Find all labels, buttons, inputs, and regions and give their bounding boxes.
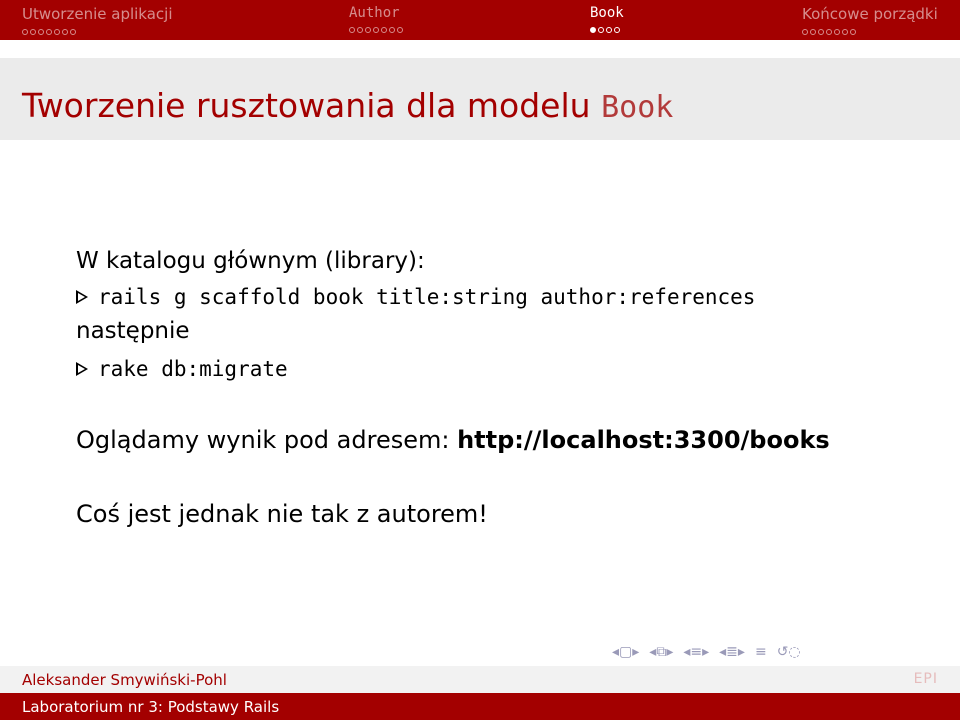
frame-title: Tworzenie rusztowania dla modelu Book <box>22 86 673 125</box>
progress-dot-icon[interactable] <box>614 27 620 33</box>
nav-section-title[interactable]: Author <box>349 5 529 21</box>
progress-dot-icon[interactable] <box>381 27 387 33</box>
triangle-bullet-icon <box>76 362 88 376</box>
subsection-back-icon[interactable]: ◂⧉▸ <box>649 644 673 664</box>
nav-section-dots <box>349 27 529 33</box>
progress-dot-icon[interactable] <box>850 29 856 35</box>
frame-title-text: Tworzenie rusztowania dla modelu <box>22 86 591 125</box>
progress-dot-icon[interactable] <box>397 27 403 33</box>
progress-dot-icon[interactable] <box>389 27 395 33</box>
progress-dot-icon[interactable] <box>598 27 604 33</box>
section-back-icon[interactable]: ◂≡▸ <box>683 644 709 664</box>
footer-title-bar: Laboratorium nr 3: Podstawy Rails <box>0 693 960 720</box>
section-forward-icon[interactable]: ◂≣▸ <box>719 644 745 664</box>
progress-dot-icon[interactable] <box>349 27 355 33</box>
progress-dot-icon[interactable] <box>818 29 824 35</box>
nav-section-dots <box>590 27 770 33</box>
nav-section-title[interactable]: Końcowe porządki <box>802 5 960 23</box>
progress-dot-icon[interactable] <box>373 27 379 33</box>
view-result-text: Oglądamy wynik pod adresem: <box>76 426 450 454</box>
command-item: rails g scaffold book title:string autho… <box>76 284 755 310</box>
nav-section-utworzenie[interactable]: Utworzenie aplikacji <box>22 5 202 37</box>
footer-author-bar: Aleksander Smywiński-Pohl EPI <box>0 666 960 693</box>
progress-dot-icon[interactable] <box>365 27 371 33</box>
progress-dot-icon[interactable] <box>357 27 363 33</box>
progress-dot-icon[interactable] <box>842 29 848 35</box>
frame-title-band: Tworzenie rusztowania dla modelu Book <box>0 58 960 140</box>
frame-title-code: Book <box>601 90 674 125</box>
progress-dot-icon[interactable] <box>802 29 808 35</box>
progress-dot-icon[interactable] <box>834 29 840 35</box>
view-result-line: Oglądamy wynik pod adresem: http://local… <box>76 426 830 454</box>
nav-section-dots <box>802 29 960 35</box>
nav-section-koncowe[interactable]: Końcowe porządki <box>802 5 960 37</box>
command-code: rake db:migrate <box>98 357 288 381</box>
footer-author: Aleksander Smywiński-Pohl <box>22 671 227 689</box>
command-code: rails g scaffold book title:string autho… <box>98 285 756 309</box>
progress-dot-icon[interactable] <box>22 29 28 35</box>
issue-text: Coś jest jednak nie tak z autorem! <box>76 500 488 528</box>
progress-dot-icon[interactable] <box>810 29 816 35</box>
frame-back-icon[interactable]: ◂▢▸ <box>612 644 639 664</box>
progress-dot-icon[interactable] <box>46 29 52 35</box>
progress-dot-icon[interactable] <box>62 29 68 35</box>
navigation-symbols: ◂▢▸ ◂⧉▸ ◂≡▸ ◂≣▸ ≡ ↺◌ <box>612 644 801 664</box>
progress-dot-icon[interactable] <box>70 29 76 35</box>
progress-dot-icon[interactable] <box>54 29 60 35</box>
toc-icon[interactable]: ≡ <box>755 644 767 664</box>
progress-dot-icon[interactable] <box>38 29 44 35</box>
logo: EPI <box>913 671 938 687</box>
progress-dot-icon[interactable] <box>606 27 612 33</box>
view-result-url[interactable]: http://localhost:3300/books <box>457 426 830 454</box>
progress-dot-icon[interactable] <box>590 27 596 33</box>
intro-text: W katalogu głównym (library): <box>76 248 425 274</box>
command-item: rake db:migrate <box>76 356 288 382</box>
nav-section-author[interactable]: Author <box>349 5 529 37</box>
progress-dot-icon[interactable] <box>826 29 832 35</box>
search-icon[interactable]: ↺◌ <box>777 644 801 664</box>
nav-section-book[interactable]: Book <box>590 5 770 37</box>
footer-subtitle: Laboratorium nr 3: Podstawy Rails <box>22 698 280 716</box>
progress-dot-icon[interactable] <box>30 29 36 35</box>
triangle-bullet-icon <box>76 290 88 304</box>
then-text: następnie <box>76 318 190 344</box>
section-navigation-bar: Utworzenie aplikacji Author Book Końcowe… <box>0 0 960 40</box>
nav-section-title[interactable]: Book <box>590 5 770 21</box>
nav-section-title[interactable]: Utworzenie aplikacji <box>22 5 202 23</box>
nav-section-dots <box>22 29 202 35</box>
